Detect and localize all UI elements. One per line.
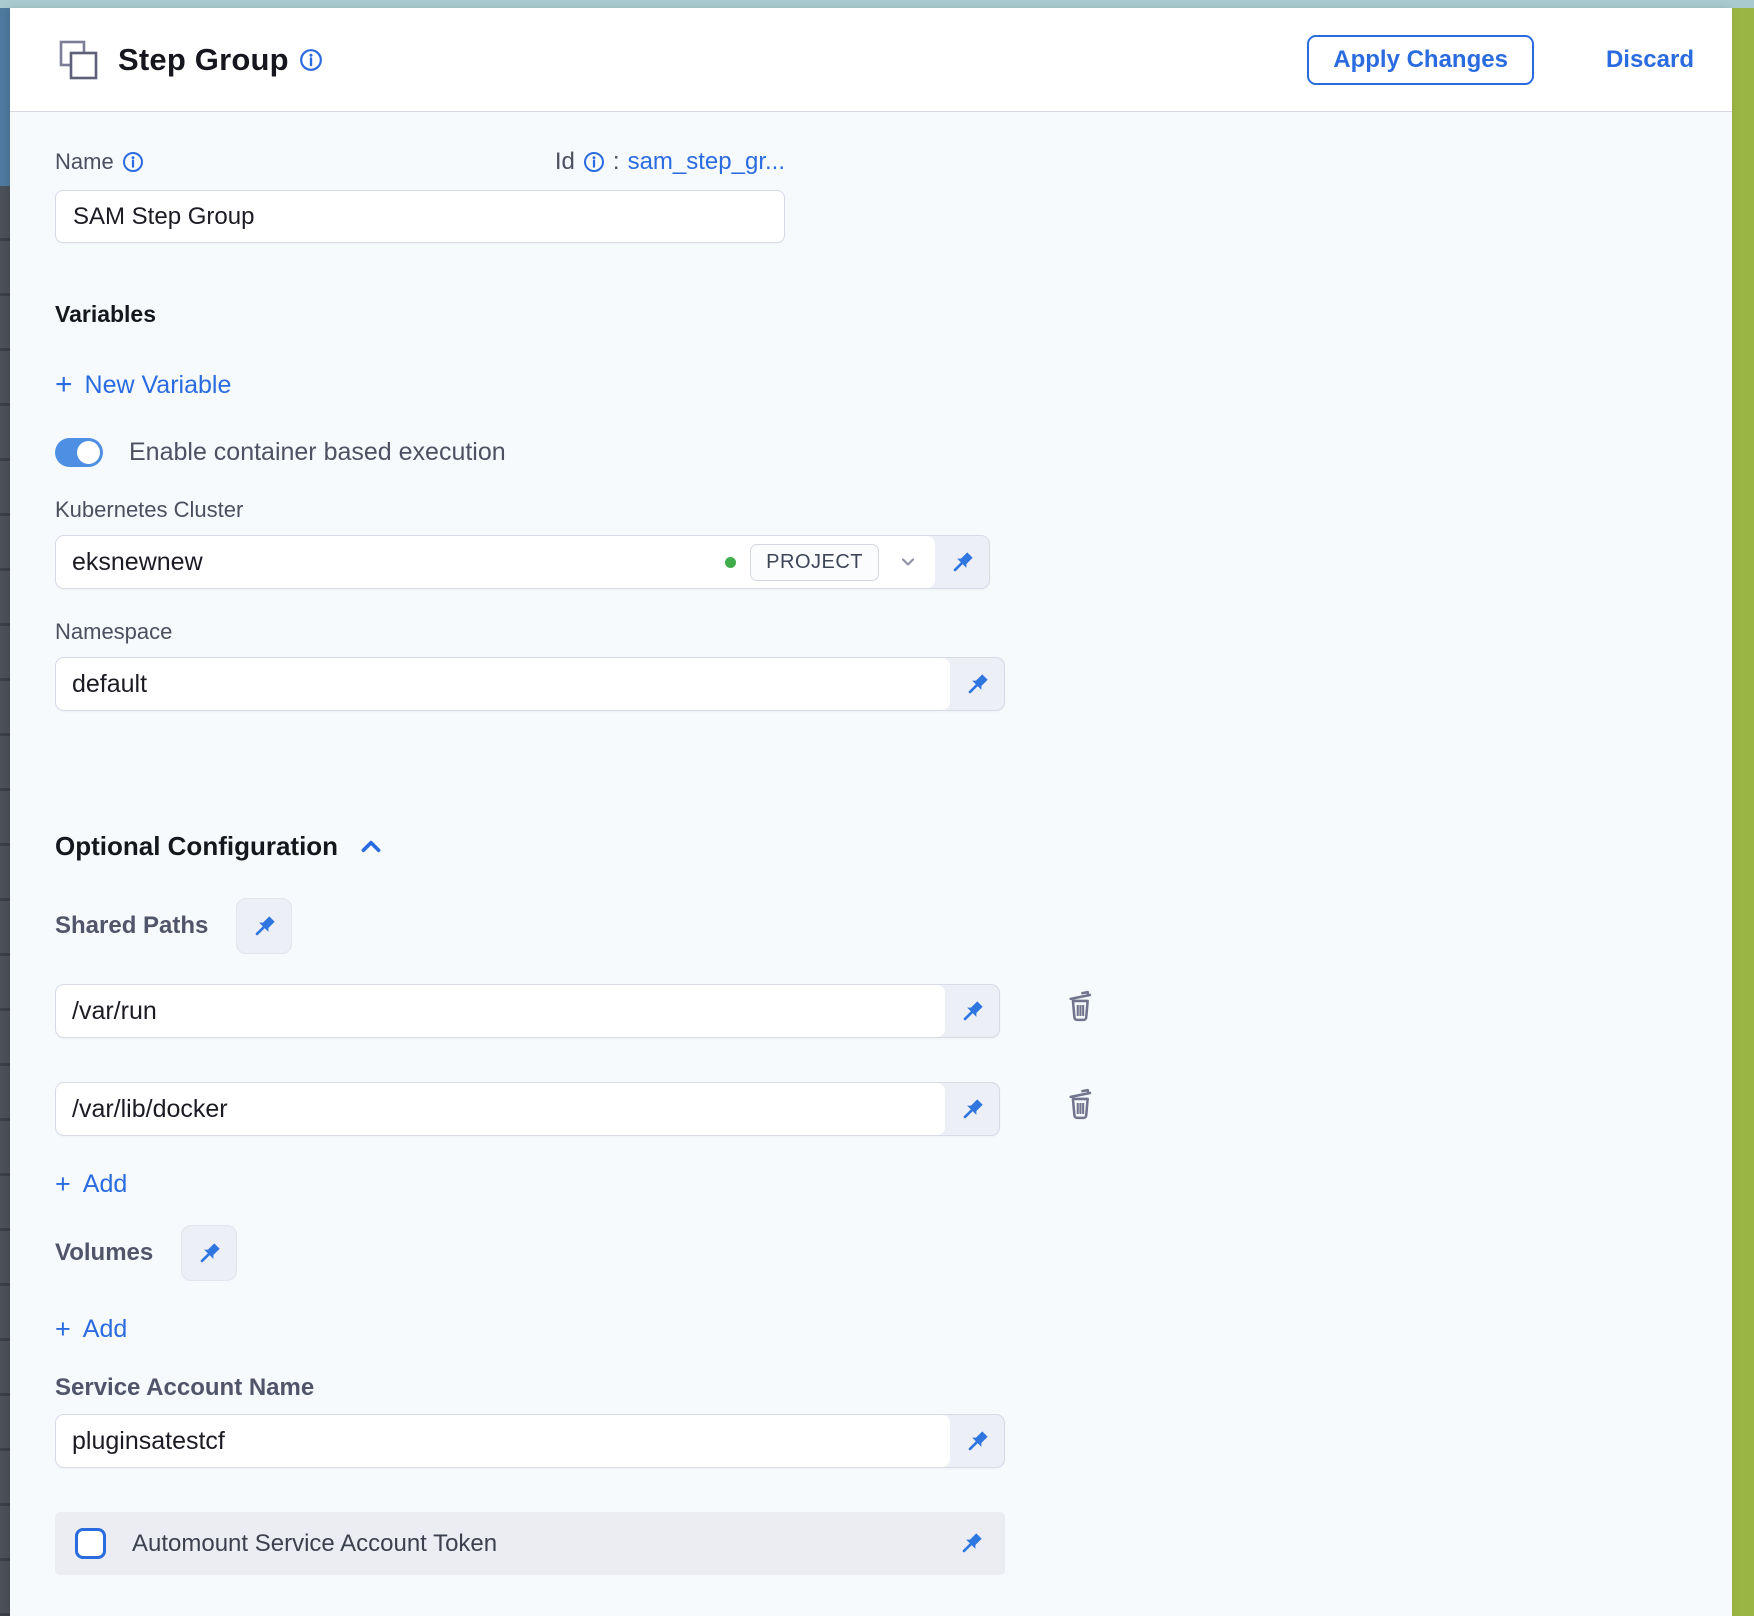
name-id-row: Name Id : sam_step_gr... (55, 148, 785, 176)
shared-path-input-1[interactable] (72, 985, 929, 1037)
namespace-pin-button[interactable] (950, 658, 1004, 710)
shared-path-input-2[interactable] (72, 1083, 929, 1135)
chevron-up-icon[interactable] (358, 834, 384, 860)
shared-paths-pin-button[interactable] (236, 898, 292, 954)
toggle-knob (77, 441, 100, 464)
add-volume-button[interactable]: + Add (55, 1315, 1712, 1344)
id-info-icon[interactable] (583, 151, 605, 173)
container-execution-label: Enable container based execution (129, 438, 506, 467)
screen: Step Group Apply Changes Discard Name Id (0, 0, 1754, 1616)
name-info-icon[interactable] (122, 151, 144, 173)
namespace-input-wrap (56, 658, 950, 710)
background-left-strip (0, 8, 10, 1616)
volumes-pin-button[interactable] (181, 1225, 237, 1281)
apply-changes-button[interactable]: Apply Changes (1307, 35, 1534, 85)
trash-icon-2[interactable] (1062, 1085, 1098, 1121)
connector-status-dot (725, 557, 736, 568)
automount-label: Automount Service Account Token (132, 1530, 497, 1558)
step-group-config-drawer: Step Group Apply Changes Discard Name Id (10, 8, 1732, 1616)
optional-configuration-title: Optional Configuration (55, 831, 338, 862)
optional-configuration-heading: Optional Configuration (55, 831, 1712, 862)
namespace-input[interactable] (72, 658, 934, 710)
plus-icon: + (55, 1171, 71, 1198)
id-group: Id : sam_step_gr... (555, 148, 785, 176)
add-label: Add (83, 1170, 127, 1199)
shared-paths-label: Shared Paths (55, 912, 208, 940)
automount-checkbox[interactable] (75, 1528, 106, 1559)
background-right-strip (1732, 8, 1754, 1616)
id-label: Id (555, 148, 575, 176)
page-title: Step Group (118, 42, 289, 78)
namespace-label: Namespace (55, 619, 1712, 645)
k8s-cluster-field: eksnewnew PROJECT (55, 535, 990, 589)
service-account-label: Service Account Name (55, 1374, 1712, 1402)
trash-icon-1[interactable] (1062, 987, 1098, 1023)
shared-path-item (55, 972, 1712, 1038)
add-label: Add (83, 1315, 127, 1344)
shared-path-field (55, 1082, 1000, 1136)
name-label-group: Name (55, 149, 144, 175)
shared-path-input-wrap (56, 985, 945, 1037)
shared-path-pin-button-2[interactable] (945, 1083, 999, 1135)
background-top-strip (0, 0, 1754, 8)
drawer-header: Step Group Apply Changes Discard (10, 8, 1732, 112)
service-account-field (55, 1414, 1005, 1468)
chevron-down-icon[interactable] (897, 551, 919, 573)
new-variable-label: New Variable (85, 371, 232, 400)
background-left-strip-ticks (0, 186, 10, 1616)
id-value[interactable]: sam_step_gr... (628, 148, 785, 176)
k8s-pin-button[interactable] (935, 536, 989, 588)
name-input[interactable] (55, 190, 785, 243)
shared-path-input-wrap (56, 1083, 945, 1135)
shared-path-item (55, 1070, 1712, 1136)
service-account-input[interactable] (72, 1415, 934, 1467)
automount-banner: Automount Service Account Token (55, 1512, 1005, 1575)
volumes-row: Volumes (55, 1225, 1712, 1281)
service-account-pin-button[interactable] (950, 1415, 1004, 1467)
background-left-strip-blue (0, 8, 10, 186)
add-shared-path-button[interactable]: + Add (55, 1170, 1712, 1199)
container-execution-row: Enable container based execution (55, 438, 1712, 467)
step-group-icon (54, 36, 102, 84)
container-execution-toggle[interactable] (55, 438, 103, 467)
id-colon: : (613, 148, 620, 176)
k8s-cluster-select[interactable]: eksnewnew PROJECT (56, 536, 935, 588)
variables-heading: Variables (55, 301, 1712, 328)
k8s-cluster-value: eksnewnew (72, 548, 203, 577)
new-variable-button[interactable]: + New Variable (55, 370, 1712, 400)
drawer-body: Name Id : sam_step_gr... Variables (10, 112, 1732, 1616)
scope-chip[interactable]: PROJECT (750, 544, 879, 581)
automount-pin-button[interactable] (958, 1530, 985, 1557)
volumes-label: Volumes (55, 1239, 153, 1267)
title-info-icon[interactable] (299, 48, 323, 72)
discard-button[interactable]: Discard (1606, 46, 1694, 74)
k8s-scope-group: PROJECT (725, 544, 919, 581)
service-account-input-wrap (56, 1415, 950, 1467)
plus-icon: + (55, 1316, 71, 1343)
shared-path-pin-button-1[interactable] (945, 985, 999, 1037)
namespace-field (55, 657, 1005, 711)
k8s-cluster-label: Kubernetes Cluster (55, 497, 1712, 523)
name-label: Name (55, 149, 114, 175)
plus-icon: + (55, 370, 73, 400)
shared-paths-row: Shared Paths (55, 898, 1712, 954)
shared-path-field (55, 984, 1000, 1038)
